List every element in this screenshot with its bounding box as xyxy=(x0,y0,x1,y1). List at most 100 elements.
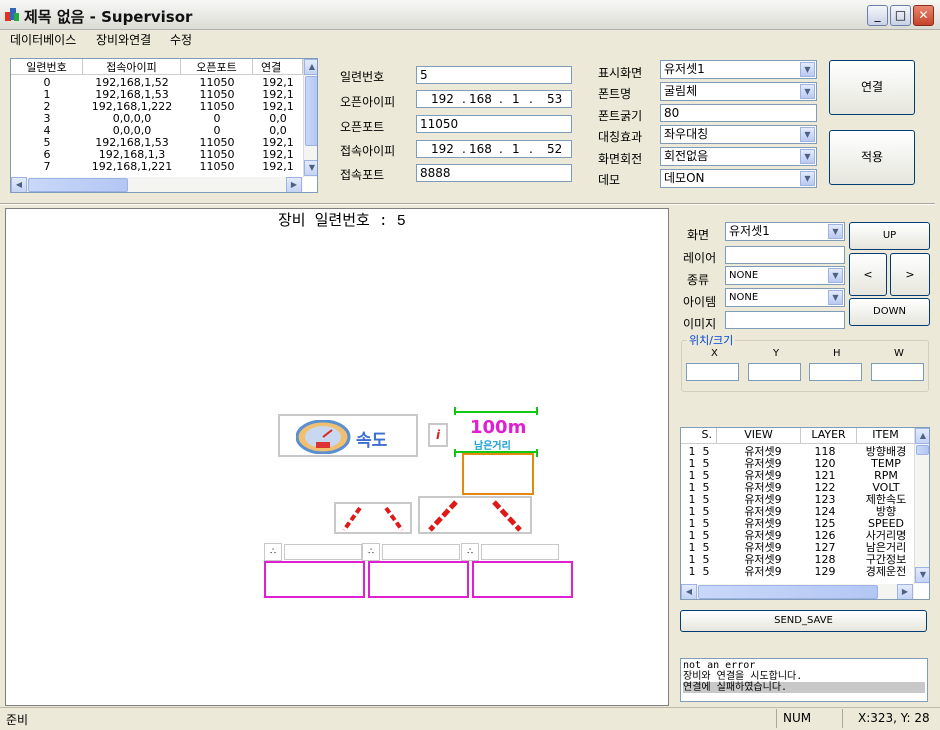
maximize-button[interactable]: □ xyxy=(890,5,911,26)
ip-octet[interactable]: 192 xyxy=(431,91,454,107)
rotation-select[interactable]: 회전없음 ▼ xyxy=(660,147,817,166)
open-port-field[interactable]: 11050 xyxy=(416,115,572,133)
left-button[interactable]: < xyxy=(849,253,887,296)
scroll-down-icon[interactable]: ▼ xyxy=(304,160,317,176)
conn-ip-field[interactable]: 192 . 168 . 1 . 52 xyxy=(416,140,572,158)
pos-h-field[interactable] xyxy=(809,363,862,381)
close-button[interactable]: ✕ xyxy=(913,5,934,26)
chevron-down-icon[interactable]: ▼ xyxy=(800,62,815,77)
layer-list[interactable]: S. VIEW LAYER ITEM 1 5 유저셋9 118 방향배경 1 5 유저셋9 12… xyxy=(680,427,930,600)
chevron-down-icon[interactable]: ▼ xyxy=(800,171,815,186)
info-icon[interactable]: i xyxy=(428,423,448,447)
r-item-select[interactable]: NONE ▼ xyxy=(725,288,845,307)
resize-handle[interactable] xyxy=(536,407,538,415)
lane-icon-left[interactable] xyxy=(334,502,412,534)
col-header-item[interactable]: ITEM xyxy=(857,428,915,444)
scroll-down-icon[interactable]: ▼ xyxy=(915,567,929,583)
ip-octet[interactable]: 1 xyxy=(512,91,520,107)
layer-list-hscroll[interactable]: ◀ ▶ xyxy=(681,584,914,599)
r-layer-field[interactable] xyxy=(725,246,845,264)
send-save-button[interactable]: SEND_SAVE xyxy=(680,610,927,632)
table-row[interactable]: 3 0,0,0,0 0 0,0 xyxy=(11,113,303,125)
r-image-field[interactable] xyxy=(725,311,845,329)
r-kind-select[interactable]: NONE ▼ xyxy=(725,266,845,285)
menu-edit[interactable]: 수정 xyxy=(170,31,192,48)
ip-octet[interactable]: 168 xyxy=(469,91,492,107)
r-screen-select[interactable]: 유저셋1 ▼ xyxy=(725,222,845,241)
pos-y-field[interactable] xyxy=(748,363,801,381)
layout-canvas[interactable]: 장비 일련번호 : 5 속도 i 100m 남은거리 ∴ ∴ ∴ xyxy=(5,208,669,706)
list-item[interactable]: 1 5 유저셋9 124 방향 xyxy=(681,506,915,518)
screen-select[interactable]: 유저셋1 ▼ xyxy=(660,60,817,79)
font-weight-field[interactable]: 80 xyxy=(660,104,817,122)
resize-handle[interactable] xyxy=(454,407,456,415)
chevron-down-icon[interactable]: ▼ xyxy=(800,84,815,99)
vscroll-thumb[interactable] xyxy=(305,76,317,146)
magenta-layer-box[interactable] xyxy=(472,561,573,598)
chevron-down-icon[interactable]: ▼ xyxy=(828,268,843,283)
device-table[interactable]: 일련번호 접속아이피 오픈포트 연결 0 192,168,1,52 11050 192… xyxy=(10,58,318,193)
pos-w-field[interactable] xyxy=(871,363,924,381)
list-item[interactable]: 1 5 유저셋9 122 VOLT xyxy=(681,482,915,494)
scroll-left-icon[interactable]: ◀ xyxy=(11,177,27,192)
lane-mini-bar[interactable] xyxy=(284,544,362,560)
font-select[interactable]: 굴림체 ▼ xyxy=(660,82,817,101)
col-header-view[interactable]: VIEW xyxy=(717,428,801,444)
chevron-down-icon[interactable]: ▼ xyxy=(828,290,843,305)
down-button[interactable]: DOWN xyxy=(849,298,930,326)
list-item[interactable]: 1 5 유저셋9 121 RPM xyxy=(681,470,915,482)
lane-mini-bar[interactable] xyxy=(481,544,559,560)
ip-octet[interactable]: 192 xyxy=(431,141,454,157)
layer-list-vscroll[interactable]: ▲ ▼ xyxy=(914,428,929,584)
right-button[interactable]: > xyxy=(890,253,930,296)
pos-x-field[interactable] xyxy=(686,363,739,381)
resize-handle[interactable] xyxy=(536,449,538,457)
scroll-right-icon[interactable]: ▶ xyxy=(286,177,302,192)
chevron-down-icon[interactable]: ▼ xyxy=(828,224,843,239)
demo-select[interactable]: 데모ON ▼ xyxy=(660,169,817,188)
col-header-s[interactable]: S. xyxy=(681,428,717,444)
menu-database[interactable]: 데이터베이스 xyxy=(10,31,76,48)
hscroll-thumb[interactable] xyxy=(698,585,878,599)
connect-button[interactable]: 연결 xyxy=(829,60,915,115)
resize-handle[interactable] xyxy=(454,449,456,457)
device-table-hscroll[interactable]: ◀ ▶ xyxy=(11,177,303,192)
scroll-up-icon[interactable]: ▲ xyxy=(915,428,929,444)
list-item[interactable]: 1 5 유저셋9 127 남은거리 xyxy=(681,542,915,554)
lane-icon-right[interactable] xyxy=(418,496,532,534)
ip-octet[interactable]: 1 xyxy=(512,141,520,157)
serial-field[interactable]: 5 xyxy=(416,66,572,84)
speed-widget[interactable]: 속도 xyxy=(278,414,418,457)
open-ip-field[interactable]: 192 . 168 . 1 . 53 xyxy=(416,90,572,108)
list-item[interactable]: 1 5 유저셋9 129 경제운전 xyxy=(681,566,915,578)
scroll-left-icon[interactable]: ◀ xyxy=(681,584,697,599)
apply-button[interactable]: 적용 xyxy=(829,130,915,185)
ip-octet[interactable]: 53 xyxy=(547,91,562,107)
hscroll-thumb[interactable] xyxy=(28,178,128,192)
list-item[interactable]: 1 5 유저셋9 118 방향배경 xyxy=(681,446,915,458)
conn-port-field[interactable]: 8888 xyxy=(416,164,572,182)
list-item[interactable]: 1 5 유저셋9 126 사거리명 xyxy=(681,530,915,542)
chevron-down-icon[interactable]: ▼ xyxy=(800,149,815,164)
device-table-vscroll[interactable]: ▲ ▼ xyxy=(303,59,317,177)
col-header-serial[interactable]: 일련번호 xyxy=(11,59,83,75)
lane-mini-icon[interactable]: ∴ xyxy=(461,543,479,561)
table-row[interactable]: 7 192,168,1,221 11050 192,1 xyxy=(11,161,303,173)
lane-mini-icon[interactable]: ∴ xyxy=(264,543,282,561)
scroll-up-icon[interactable]: ▲ xyxy=(304,59,317,75)
list-item[interactable]: 1 5 유저셋9 123 제한속도 xyxy=(681,494,915,506)
col-header-conn-ip[interactable]: 접속아이피 xyxy=(83,59,181,75)
col-header-open-port[interactable]: 오픈포트 xyxy=(181,59,253,75)
lane-mini-icon[interactable]: ∴ xyxy=(362,543,380,561)
chevron-down-icon[interactable]: ▼ xyxy=(800,127,815,142)
list-item[interactable]: 1 5 유저셋9 120 TEMP xyxy=(681,458,915,470)
orange-layer-box[interactable] xyxy=(462,453,534,495)
list-item[interactable]: 1 5 유저셋9 125 SPEED xyxy=(681,518,915,530)
ip-octet[interactable]: 168 xyxy=(469,141,492,157)
col-header-layer[interactable]: LAYER xyxy=(801,428,857,444)
lane-mini-bar[interactable] xyxy=(382,544,460,560)
magenta-layer-box[interactable] xyxy=(264,561,365,598)
vscroll-thumb[interactable] xyxy=(916,445,929,455)
log-box[interactable]: not an error 장비와 연결을 시도합니다. 연결에 실패하였습니다. xyxy=(680,658,928,702)
symmetry-select[interactable]: 좌우대칭 ▼ xyxy=(660,125,817,144)
